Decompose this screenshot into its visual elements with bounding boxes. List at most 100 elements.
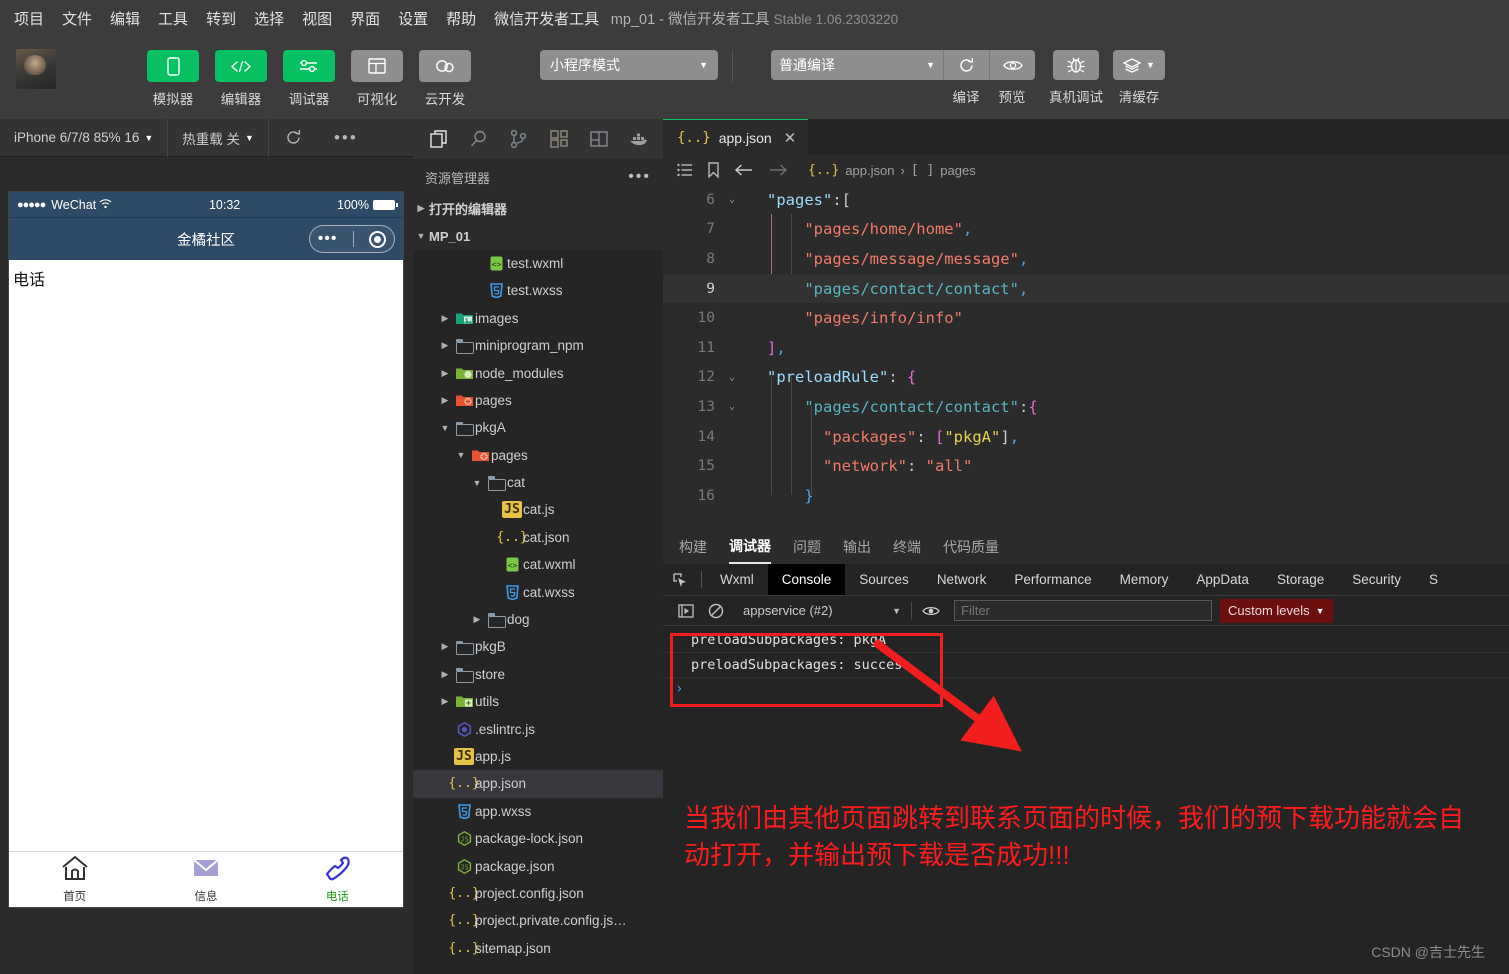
console-filter-input[interactable]	[954, 600, 1212, 621]
code-icon[interactable]	[215, 50, 267, 82]
chevron-right-icon[interactable]: ▶	[437, 696, 453, 707]
eye-icon[interactable]	[989, 50, 1035, 80]
chevron-right-icon[interactable]: ▶	[437, 395, 453, 406]
code-line[interactable]: 12 ⌄ "preloadRule": {	[663, 363, 1509, 393]
tree-item-app-json[interactable]: ▶{..}app.json	[413, 770, 663, 798]
split-editor-icon[interactable]	[579, 119, 619, 159]
tabbar-item-home[interactable]: 首页	[9, 855, 140, 904]
console-context-select[interactable]: appservice (#2) ▼	[737, 600, 907, 622]
code-line[interactable]: 16 }	[663, 481, 1509, 511]
fold-chevron-icon[interactable]: ⌄	[721, 401, 743, 412]
tree-item-cat-js[interactable]: ▶JScat.js	[413, 496, 663, 523]
tree-item--eslintrc-js[interactable]: ▶.eslintrc.js	[413, 715, 663, 742]
cloud-icon[interactable]	[419, 50, 471, 82]
menu-item-devtools[interactable]: 微信开发者工具	[494, 8, 599, 29]
phone-icon[interactable]	[147, 50, 199, 82]
clear-icon[interactable]	[701, 603, 731, 619]
code-line[interactable]: 15 "network": "all"	[663, 451, 1509, 481]
simulator-refresh-icon[interactable]	[269, 119, 318, 157]
menu-item-help[interactable]: 帮助	[446, 8, 476, 29]
tree-item-test-wxss[interactable]: ▶test.wxss	[413, 277, 663, 304]
files-icon[interactable]	[419, 119, 459, 159]
devtools-tab-memory[interactable]: Memory	[1106, 564, 1183, 595]
code-line[interactable]: 10 "pages/info/info"	[663, 303, 1509, 333]
tree-item-miniprogram-npm[interactable]: ▶ miniprogram_npm	[413, 332, 663, 359]
devtools-tab-performance[interactable]: Performance	[1000, 564, 1105, 595]
layout-icon[interactable]	[351, 50, 403, 82]
tree-item-cat[interactable]: ▼ cat	[413, 469, 663, 496]
wechat-capsule[interactable]: •••	[309, 225, 395, 253]
menu-item-edit[interactable]: 编辑	[110, 8, 140, 29]
tree-item-dog[interactable]: ▶ dog	[413, 606, 663, 633]
explorer-section-open-editors[interactable]: ▶ 打开的编辑器	[413, 195, 663, 223]
toolbar-button-cloud[interactable]: 云开发	[416, 50, 474, 108]
devtools-tab-s[interactable]: S	[1415, 564, 1452, 595]
devtools-panel-tab-2[interactable]: 问题	[793, 530, 821, 564]
bookmark-icon[interactable]	[707, 162, 720, 178]
tree-item-pages[interactable]: ▶ pages	[413, 387, 663, 414]
devtools-panel-tab-3[interactable]: 输出	[843, 530, 871, 564]
chevron-right-icon[interactable]: ▶	[437, 340, 453, 351]
docker-icon[interactable]	[619, 119, 659, 159]
chevron-down-icon[interactable]: ▼	[469, 478, 485, 488]
device-select[interactable]: iPhone 6/7/8 85% 16 ▼	[0, 118, 169, 157]
chevron-down-icon[interactable]: ▼	[437, 423, 453, 433]
forward-arrow-icon[interactable]	[768, 163, 788, 177]
toolbar-button-visualization[interactable]: 可视化	[348, 50, 406, 108]
toolbar-action-realdevice[interactable]: 真机调试	[1049, 50, 1103, 106]
code-line[interactable]: 9 "pages/contact/contact",	[663, 273, 1509, 304]
toolbar-button-simulator[interactable]: 模拟器	[144, 50, 202, 108]
chevron-down-icon[interactable]: ▼	[453, 450, 469, 460]
tree-item-test-wxml[interactable]: ▶<>test.wxml	[413, 250, 663, 277]
layers-icon[interactable]: ▼	[1113, 50, 1165, 80]
tree-item-project-private-config-js-[interactable]: ▶{..}project.private.config.js…	[413, 907, 663, 934]
target-icon[interactable]	[369, 230, 387, 248]
devtools-tab-network[interactable]: Network	[923, 564, 1001, 595]
console-output[interactable]: preloadSubpackages: pkgA preloadSubpackag…	[663, 626, 1509, 700]
close-icon[interactable]: ✕	[784, 129, 797, 147]
devtools-tab-security[interactable]: Security	[1338, 564, 1415, 595]
eye-icon[interactable]	[916, 605, 946, 617]
menu-item-view[interactable]: 视图	[302, 8, 332, 29]
simulator-more-icon[interactable]: •••	[318, 119, 374, 157]
menu-item-project[interactable]: 项目	[14, 8, 44, 29]
tree-item-cat-wxml[interactable]: ▶<>cat.wxml	[413, 551, 663, 578]
devtools-tab-appdata[interactable]: AppData	[1182, 564, 1263, 595]
devtools-panel-tab-1[interactable]: 调试器	[729, 530, 771, 564]
toolbar-action-clearcache[interactable]: ▼ 清缓存	[1113, 50, 1165, 106]
code-line[interactable]: 14 "packages": ["pkgA"],	[663, 422, 1509, 452]
toolbar-button-debugger[interactable]: 调试器	[280, 50, 338, 108]
devtools-panel-tab-4[interactable]: 终端	[893, 530, 921, 564]
console-prompt[interactable]: ›	[663, 678, 1509, 700]
menu-item-settings[interactable]: 设置	[398, 8, 428, 29]
tree-item-cat-json[interactable]: ▶{..}cat.json	[413, 524, 663, 551]
tree-item-node-modules[interactable]: ▶ node_modules	[413, 359, 663, 386]
source-control-icon[interactable]	[499, 119, 539, 159]
tree-item-app-wxss[interactable]: ▶app.wxss	[413, 798, 663, 825]
chevron-right-icon[interactable]: ▶	[437, 641, 453, 652]
fold-chevron-icon[interactable]: ⌄	[721, 372, 743, 383]
chevron-right-icon[interactable]: ▶	[469, 614, 485, 625]
code-line[interactable]: 7 "pages/home/home",	[663, 215, 1509, 245]
code-line[interactable]: 11],	[663, 333, 1509, 363]
devtools-tab-storage[interactable]: Storage	[1263, 564, 1338, 595]
tree-item-pkga[interactable]: ▼ pkgA	[413, 414, 663, 441]
code-line[interactable]: 8 "pages/message/message",	[663, 244, 1509, 274]
tree-item-project-config-json[interactable]: ▶{..}project.config.json	[413, 880, 663, 907]
tree-item-images[interactable]: ▶ images	[413, 305, 663, 332]
devtools-panel-tab-5[interactable]: 代码质量	[943, 530, 999, 564]
breadcrumb-node[interactable]: pages	[940, 163, 975, 178]
mode-select[interactable]: 小程序模式 ▼	[540, 50, 718, 80]
code-line[interactable]: 13 ⌄ "pages/contact/contact":{	[663, 392, 1509, 422]
hot-reload-select[interactable]: 热重载 关 ▼	[168, 118, 269, 157]
outline-icon[interactable]	[677, 163, 693, 177]
devtools-tab-wxml[interactable]: Wxml	[706, 564, 768, 595]
tree-item-package-json[interactable]: ▶JSpackage.json	[413, 852, 663, 879]
sliders-icon[interactable]	[283, 50, 335, 82]
code-area[interactable]: 6 ⌄ "pages":[7 "pages/home/home", 8 "pages/…	[663, 185, 1509, 530]
devtools-panel-tab-0[interactable]: 构建	[679, 530, 707, 564]
code-line[interactable]: 6 ⌄ "pages":[	[663, 185, 1509, 215]
tabbar-item-phone[interactable]: 电话	[272, 855, 403, 904]
tree-item-pkgb[interactable]: ▶ pkgB	[413, 633, 663, 660]
menu-item-tools[interactable]: 工具	[158, 8, 188, 29]
